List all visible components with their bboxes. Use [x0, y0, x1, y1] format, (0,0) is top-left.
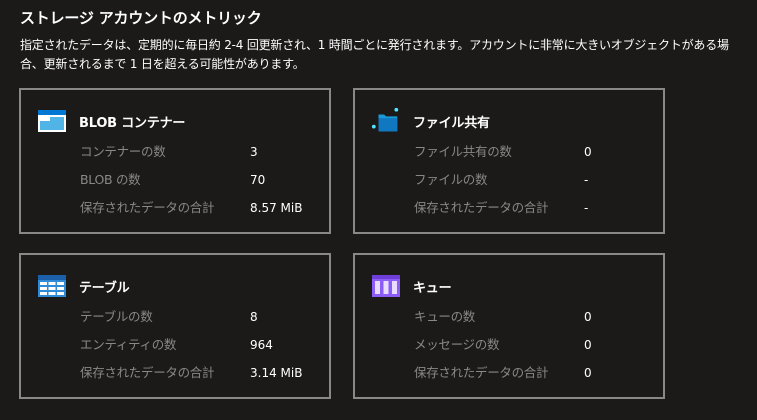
metric-value: -: [584, 173, 589, 187]
page-description: 指定されたデータは、定期的に毎日約 2-4 回更新され、1 時間ごとに発行されま…: [20, 38, 729, 71]
metric-row: ファイルの数 -: [414, 164, 657, 192]
queue-icon: [371, 273, 401, 299]
card-header: BLOB コンテナー: [37, 108, 185, 134]
metric-row: 保存されたデータの合計 -: [414, 192, 657, 220]
card-title: BLOB コンテナー: [79, 115, 186, 131]
card-title: キュー: [413, 280, 452, 296]
metric-row: 保存されたデータの合計 3.14 MiB: [80, 357, 323, 385]
metric-label: メッセージの数: [414, 336, 500, 352]
metric-row: キューの数 0: [414, 301, 657, 329]
table-card: テーブル テーブルの数 8 エンティティの数 964 保存されたデータの合計 3…: [19, 253, 331, 399]
metric-list: キューの数 0 メッセージの数 0 保存されたデータの合計 0: [414, 301, 657, 385]
card-title: テーブル: [79, 280, 130, 296]
metric-label: 保存されたデータの合計: [414, 199, 549, 215]
storage-metrics-panel: ストレージ アカウントのメトリック 指定されたデータは、定期的に毎日約 2-4 …: [0, 0, 757, 420]
metric-value: 8: [250, 310, 258, 324]
metric-label: BLOB の数: [80, 171, 141, 187]
blob-container-icon: [37, 108, 67, 134]
metric-label: コンテナーの数: [80, 143, 166, 159]
card-header: テーブル: [37, 273, 130, 299]
metric-row: エンティティの数 964: [80, 329, 323, 357]
metric-value: 0: [584, 145, 592, 159]
metric-label: テーブルの数: [80, 308, 153, 324]
file-share-card: ファイル共有 ファイル共有の数 0 ファイルの数 - 保存されたデータの合計 -: [353, 88, 665, 234]
card-header: キュー: [371, 273, 452, 299]
metric-label: 保存されたデータの合計: [80, 364, 215, 380]
metric-row: ファイル共有の数 0: [414, 136, 657, 164]
metric-row: 保存されたデータの合計 8.57 MiB: [80, 192, 323, 220]
metric-label: 保存されたデータの合計: [80, 199, 215, 215]
metric-label: キューの数: [414, 308, 476, 324]
queue-card: キュー キューの数 0 メッセージの数 0 保存されたデータの合計 0: [353, 253, 665, 399]
metric-row: コンテナーの数 3: [80, 136, 323, 164]
blob-container-card: BLOB コンテナー コンテナーの数 3 BLOB の数 70 保存されたデータ…: [19, 88, 331, 234]
metric-row: メッセージの数 0: [414, 329, 657, 357]
metric-row: BLOB の数 70: [80, 164, 323, 192]
metric-value: 964: [250, 338, 273, 352]
card-header: ファイル共有: [371, 107, 490, 134]
metric-list: ファイル共有の数 0 ファイルの数 - 保存されたデータの合計 -: [414, 136, 657, 220]
metric-value: 0: [584, 338, 592, 352]
metric-value: 0: [584, 366, 592, 380]
metric-value: 70: [250, 173, 266, 187]
metric-list: コンテナーの数 3 BLOB の数 70 保存されたデータの合計 8.57 Mi…: [80, 136, 323, 220]
metric-label: エンティティの数: [80, 336, 177, 352]
metric-value: 0: [584, 310, 592, 324]
metric-row: 保存されたデータの合計 0: [414, 357, 657, 385]
metric-row: テーブルの数 8: [80, 301, 323, 329]
metric-value: -: [584, 201, 589, 215]
metric-label: ファイル共有の数: [414, 143, 512, 159]
metric-value: 3.14 MiB: [250, 366, 303, 380]
metric-label: ファイルの数: [414, 171, 488, 187]
metric-value: 3: [250, 145, 258, 159]
file-share-icon: [371, 107, 401, 134]
card-title: ファイル共有: [413, 115, 490, 131]
metric-label: 保存されたデータの合計: [414, 364, 549, 380]
metric-value: 8.57 MiB: [250, 201, 303, 215]
table-icon: [37, 273, 67, 299]
metric-list: テーブルの数 8 エンティティの数 964 保存されたデータの合計 3.14 M…: [80, 301, 323, 385]
page-title: ストレージ アカウントのメトリック: [20, 9, 262, 27]
